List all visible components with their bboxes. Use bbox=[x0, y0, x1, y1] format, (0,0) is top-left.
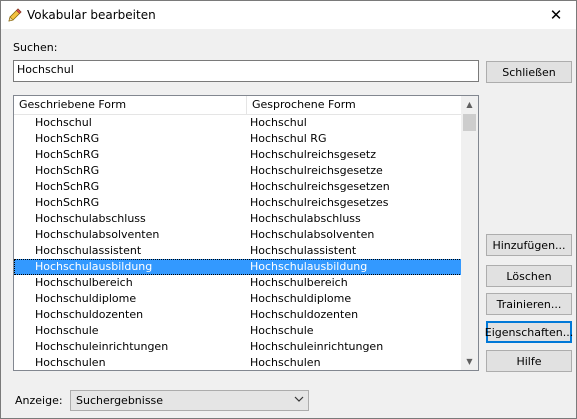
list-row[interactable]: Hochschulausbildung Hochschulausbildung bbox=[14, 259, 462, 275]
display-select[interactable]: Suchergebnisse bbox=[70, 390, 309, 411]
spoken-form-cell: Hochschuldozenten bbox=[250, 308, 359, 321]
close-icon[interactable]: ✕ bbox=[536, 1, 576, 29]
list-row[interactable]: Hochschule Hochschule bbox=[14, 323, 462, 339]
display-label: Anzeige: bbox=[15, 394, 63, 407]
list-row[interactable]: HochSchRG Hochschul RG bbox=[14, 131, 462, 147]
list-row[interactable]: Hochschuleinrichtungen Hochschuleinrichtu… bbox=[14, 339, 462, 355]
spoken-form-cell: Hochschule bbox=[250, 324, 314, 337]
written-form-cell: Hochschuldozenten bbox=[35, 308, 144, 321]
spoken-form-cell: Hochschulassistent bbox=[250, 244, 357, 257]
list-row[interactable]: Hochschulassistent Hochschulassistent bbox=[14, 243, 462, 259]
written-form-cell: HochSchRG bbox=[35, 132, 100, 145]
dialog-window: Vokabular bearbeiten ✕ Suchen: Hochschul… bbox=[0, 0, 577, 419]
list-row[interactable]: HochSchRG Hochschulreichsgesetzes bbox=[14, 195, 462, 211]
spoken-form-cell: Hochschulreichsgesetzen bbox=[250, 180, 390, 193]
add-button[interactable]: Hinzufügen... bbox=[486, 234, 572, 256]
list-rows: Hochschul Hochschul HochSchRG Hochschul RG H… bbox=[14, 115, 462, 370]
list-row[interactable]: Hochschulabsolventen Hochschulabsolventen bbox=[14, 227, 462, 243]
written-form-cell: Hochschuleinrichtungen bbox=[35, 340, 169, 353]
list-row[interactable]: Hochschulen Hochschulen bbox=[14, 355, 462, 370]
column-header-written[interactable]: Geschriebene Form bbox=[19, 98, 126, 111]
written-form-cell: Hochschule bbox=[35, 324, 99, 337]
spoken-form-cell: Hochschul bbox=[250, 116, 307, 129]
column-header-spoken[interactable]: Gesprochene Form bbox=[252, 98, 356, 111]
spoken-form-cell: Hochschulreichsgesetze bbox=[250, 164, 383, 177]
spoken-form-cell: Hochschuleinrichtungen bbox=[250, 340, 384, 353]
search-input[interactable]: Hochschul bbox=[13, 60, 479, 82]
written-form-cell: Hochschuldiplome bbox=[35, 292, 137, 305]
written-form-cell: Hochschulbereich bbox=[35, 276, 133, 289]
display-select-value: Suchergebnisse bbox=[76, 394, 164, 407]
list-header: Geschriebene Form Gesprochene Form bbox=[14, 96, 462, 115]
window-title: Vokabular bearbeiten bbox=[27, 8, 156, 22]
list-row[interactable]: HochSchRG Hochschulreichsgesetze bbox=[14, 163, 462, 179]
written-form-cell: Hochschulassistent bbox=[35, 244, 142, 257]
spoken-form-cell: Hochschulreichsgesetzes bbox=[250, 196, 389, 209]
list-row[interactable]: Hochschulbereich Hochschulbereich bbox=[14, 275, 462, 291]
delete-button[interactable]: Löschen bbox=[486, 265, 572, 287]
column-separator[interactable] bbox=[246, 96, 247, 114]
written-form-cell: HochSchRG bbox=[35, 148, 100, 161]
written-form-cell: Hochschulabsolventen bbox=[35, 228, 160, 241]
spoken-form-cell: Hochschulabschluss bbox=[250, 212, 361, 225]
chevron-up-icon[interactable]: ▲ bbox=[461, 96, 478, 113]
list-row[interactable]: HochSchRG Hochschulreichsgesetzen bbox=[14, 179, 462, 195]
spoken-form-cell: Hochschuldiplome bbox=[250, 292, 352, 305]
title-bar: Vokabular bearbeiten ✕ bbox=[1, 1, 576, 29]
written-form-cell: Hochschulausbildung bbox=[35, 260, 153, 273]
written-form-cell: HochSchRG bbox=[35, 180, 100, 193]
spoken-form-cell: Hochschulreichsgesetz bbox=[250, 148, 376, 161]
written-form-cell: Hochschulabschluss bbox=[35, 212, 146, 225]
written-form-cell: HochSchRG bbox=[35, 164, 100, 177]
spoken-form-cell: Hochschulen bbox=[250, 356, 321, 369]
written-form-cell: HochSchRG bbox=[35, 196, 100, 209]
list-row[interactable]: Hochschul Hochschul bbox=[14, 115, 462, 131]
chevron-down-icon bbox=[294, 394, 304, 407]
vertical-scrollbar[interactable]: ▲ ▼ bbox=[461, 96, 478, 370]
train-button[interactable]: Trainieren... bbox=[486, 293, 572, 315]
search-label: Suchen: bbox=[13, 41, 58, 54]
list-row[interactable]: Hochschulabschluss Hochschulabschluss bbox=[14, 211, 462, 227]
spoken-form-cell: Hochschul RG bbox=[250, 132, 327, 145]
help-button[interactable]: Hilfe bbox=[486, 350, 572, 372]
scrollbar-thumb[interactable] bbox=[463, 114, 476, 131]
chevron-down-icon[interactable]: ▼ bbox=[461, 353, 478, 370]
properties-button[interactable]: Eigenschaften... bbox=[485, 321, 573, 343]
written-form-cell: Hochschul bbox=[35, 116, 92, 129]
list-row[interactable]: HochSchRG Hochschulreichsgesetz bbox=[14, 147, 462, 163]
list-row[interactable]: Hochschuldozenten Hochschuldozenten bbox=[14, 307, 462, 323]
spoken-form-cell: Hochschulabsolventen bbox=[250, 228, 375, 241]
pencil-icon bbox=[7, 7, 23, 23]
vocabulary-list[interactable]: Geschriebene Form Gesprochene Form Hochs… bbox=[13, 95, 479, 371]
written-form-cell: Hochschulen bbox=[35, 356, 106, 369]
list-row[interactable]: Hochschuldiplome Hochschuldiplome bbox=[14, 291, 462, 307]
spoken-form-cell: Hochschulausbildung bbox=[250, 260, 368, 273]
close-button[interactable]: Schließen bbox=[486, 61, 572, 83]
spoken-form-cell: Hochschulbereich bbox=[250, 276, 348, 289]
